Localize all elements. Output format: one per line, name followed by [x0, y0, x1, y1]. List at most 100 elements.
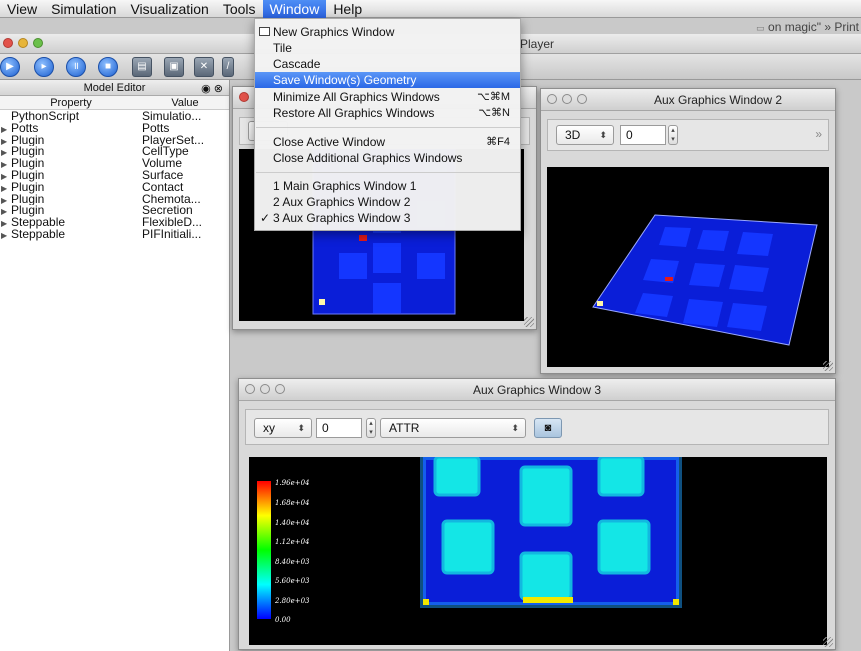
menu-visualization[interactable]: Visualization [123, 0, 215, 18]
property-cell: ▶ Plugin [0, 146, 142, 158]
menu-item-label: Close Active Window [273, 135, 386, 149]
minimize-icon[interactable] [18, 38, 28, 48]
property-cell: ▶ Plugin [0, 158, 142, 170]
model-editor-row[interactable]: ▶ Steppable FlexibleD... [0, 217, 229, 229]
close-icon[interactable] [547, 94, 557, 104]
disclosure-triangle-icon[interactable]: ▶ [1, 195, 11, 206]
property-cell: ▶ Steppable [0, 217, 142, 229]
zoom-icon[interactable] [33, 38, 43, 48]
model-editor-row[interactable]: ▶ Plugin Secretion [0, 205, 229, 217]
pause-icon[interactable]: ॥ [66, 57, 86, 77]
red-cell [665, 277, 673, 281]
menu-item-save-window-geometry[interactable]: Save Window(s) Geometry [255, 72, 520, 88]
aux3-plane-value: xy [263, 421, 275, 435]
run-icon[interactable]: ▶ [0, 57, 20, 77]
disclosure-triangle-icon[interactable]: ▶ [1, 171, 11, 182]
model-editor-row[interactable]: ▶ Plugin Volume [0, 158, 229, 170]
resize-grip-icon[interactable] [823, 637, 833, 647]
column-header-value[interactable]: Value [142, 96, 228, 109]
disclosure-triangle-icon[interactable]: ▶ [1, 147, 11, 158]
model-editor-row[interactable]: PythonScript Simulatio... [0, 111, 229, 123]
close-icon[interactable] [239, 92, 249, 102]
save-icon[interactable]: ▣ [164, 57, 184, 77]
cell [683, 299, 723, 327]
float-icon[interactable]: ◉ [201, 83, 211, 95]
zoom-icon[interactable] [577, 94, 587, 104]
property-label: Plugin [11, 181, 45, 194]
close-panel-icon[interactable]: ⊗ [214, 83, 223, 95]
resize-grip-icon[interactable] [823, 361, 833, 371]
disclosure-triangle-icon[interactable]: ▶ [1, 159, 11, 170]
aux3-slice-stepper[interactable]: ▴ ▾ [366, 418, 376, 438]
close-icon[interactable] [3, 38, 13, 48]
menu-item-label: Tile [273, 41, 292, 55]
column-header-property[interactable]: Property [0, 96, 142, 109]
menu-item-new-graphics-window[interactable]: New Graphics Window [255, 24, 520, 40]
menu-help[interactable]: Help [326, 0, 369, 18]
property-label: Plugin [11, 193, 45, 206]
checkmark-icon: ✓ [260, 211, 271, 225]
model-editor-row[interactable]: ▶ Steppable PIFInitiali... [0, 229, 229, 241]
model-editor-row[interactable]: ▶ Plugin CellType [0, 146, 229, 158]
property-label: Plugin [11, 146, 45, 159]
aux-graphics-window-3[interactable]: Aux Graphics Window 3 xy ⬍ 0 ▴ ▾ ATTR ⬍ ◙ [238, 378, 836, 650]
menu-item-minimize-all[interactable]: Minimize All Graphics Windows ⌥⌘M [255, 89, 520, 105]
model-editor-row[interactable]: ▶ Plugin Contact [0, 182, 229, 194]
resize-grip-icon[interactable] [524, 317, 534, 327]
open-folder-icon[interactable]: ▤ [132, 57, 152, 77]
model-editor-row[interactable]: ▶ Plugin Chemota... [0, 194, 229, 206]
aux3-plane-select[interactable]: xy ⬍ [254, 418, 312, 438]
disclosure-triangle-icon[interactable]: ▶ [1, 206, 11, 217]
top-right-status: ▭ on magic" » Print [756, 20, 859, 34]
document-icon: ▭ [756, 23, 765, 33]
aux2-graphics-viewport[interactable] [547, 167, 829, 367]
step-icon[interactable]: ▸ [34, 57, 54, 77]
menu-item-window-2[interactable]: 2 Aux Graphics Window 2 [255, 194, 520, 210]
aux3-field-select[interactable]: ATTR ⬍ [380, 418, 526, 438]
model-editor-row[interactable]: ▶ Potts Potts [0, 123, 229, 135]
field-hotspot [523, 597, 573, 603]
menu-item-restore-all[interactable]: Restore All Graphics Windows ⌥⌘N [255, 105, 520, 121]
aux2-projection-select[interactable]: 3D ⬍ [556, 125, 614, 145]
menu-item-close-additional-windows[interactable]: Close Additional Graphics Windows [255, 150, 520, 166]
player-window-controls [3, 38, 43, 48]
field-hotspot [423, 599, 429, 605]
value-cell: Volume [142, 158, 183, 170]
menu-item-cascade[interactable]: Cascade [255, 56, 520, 72]
disclosure-triangle-icon[interactable]: ▶ [1, 136, 11, 147]
menu-item-window-1[interactable]: 1 Main Graphics Window 1 [255, 178, 520, 194]
model-editor-buttons: ◉ ⊗ [201, 81, 223, 97]
menu-item-window-3[interactable]: ✓ 3 Aux Graphics Window 3 [255, 210, 520, 226]
stop-icon[interactable]: ■ [98, 57, 118, 77]
aux2-window-controls [547, 94, 587, 104]
yellow-cell [319, 299, 325, 305]
menu-simulation[interactable]: Simulation [44, 0, 123, 18]
disclosure-triangle-icon[interactable]: ▶ [1, 218, 11, 229]
disclosure-triangle-icon[interactable]: ▶ [1, 230, 11, 241]
aux2-slice-field[interactable]: 0 [620, 125, 666, 145]
value-cell: FlexibleD... [142, 217, 203, 229]
screenshot-camera-icon[interactable]: ◙ [534, 418, 562, 438]
tools-icon[interactable]: ✕ [194, 57, 214, 77]
aux3-graphics-viewport[interactable]: 1.96e+04 1.68e+04 1.40e+04 1.12e+04 8.40… [249, 457, 827, 645]
menu-item-label: Minimize All Graphics Windows [273, 90, 440, 104]
model-editor-header: Property Value [0, 96, 229, 110]
model-editor-row[interactable]: ▶ Plugin Surface [0, 170, 229, 182]
edit-icon[interactable]: / [222, 57, 234, 77]
menu-item-tile[interactable]: Tile [255, 40, 520, 56]
aux-graphics-window-2[interactable]: Aux Graphics Window 2 3D ⬍ 0 ▴ ▾ » [540, 88, 836, 374]
menu-window[interactable]: Window [262, 0, 327, 18]
menu-tools[interactable]: Tools [216, 0, 263, 18]
model-editor-row[interactable]: ▶ Plugin PlayerSet... [0, 135, 229, 147]
aux2-slice-stepper[interactable]: ▴ ▾ [668, 125, 678, 145]
menu-item-label: 3 Aux Graphics Window 3 [273, 211, 411, 225]
toolbar-overflow-icon[interactable]: » [815, 127, 822, 141]
disclosure-triangle-icon[interactable]: ▶ [1, 124, 11, 135]
property-label: Plugin [11, 205, 45, 218]
menu-item-close-active-window[interactable]: Close Active Window ⌘F4 [255, 134, 520, 150]
menu-view[interactable]: View [0, 0, 44, 18]
disclosure-triangle-icon[interactable]: ▶ [1, 183, 11, 194]
minimize-icon[interactable] [562, 94, 572, 104]
menu-item-label: 1 Main Graphics Window 1 [273, 179, 417, 193]
aux3-slice-field[interactable]: 0 [316, 418, 362, 438]
